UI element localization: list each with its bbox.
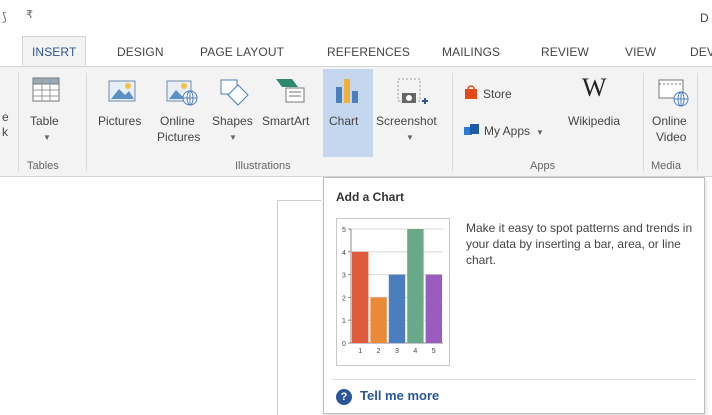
screenshot-label: Screenshot [376,114,437,128]
group-separator [18,73,19,171]
window-title: D [700,11,709,25]
page-top-edge [277,200,321,201]
online-video-button[interactable]: Online Video [648,67,698,157]
x-tick-label: 5 [432,348,436,355]
cut-off-command[interactable]: e k [0,67,14,157]
wikipedia-label: Wikipedia [568,114,621,128]
tell-me-more-label: Tell me more [360,388,440,403]
chart-bar [352,251,369,343]
online-video-icon [658,79,689,107]
tab-page-layout[interactable]: PAGE LAYOUT [200,45,284,59]
store-label: Store [483,87,512,101]
online-pictures-icon [166,80,198,106]
chevron-down-icon: ▼ [229,133,237,142]
tab-design[interactable]: DESIGN [117,45,164,59]
tab-developer[interactable]: DEV [690,45,712,59]
tooltip-title: Add a Chart [336,190,405,204]
tab-review[interactable]: REVIEW [541,45,589,59]
screenshot-button[interactable]: Screenshot ▼ [374,67,446,157]
table-label: Table [30,114,59,128]
chart-bar [407,229,424,343]
page-edge [277,200,278,415]
table-icon [32,77,60,102]
group-label-apps: Apps [530,160,556,172]
online-video-label-1: Online [652,114,687,128]
chart-icon [336,79,358,103]
table-button[interactable]: Table ▼ [24,67,68,157]
shapes-label: Shapes [212,114,253,128]
chevron-down-icon: ▼ [43,133,51,142]
screenshot-icon [397,78,428,104]
cut-off-label-2: k [2,125,8,139]
chart-bar [370,297,387,343]
group-separator [643,73,644,171]
store-button[interactable]: Store [464,85,512,101]
ribbon: e k Table ▼ Tables Pictures Online Pictu… [0,66,712,177]
group-separator [86,73,87,171]
shapes-button[interactable]: Shapes ▼ [209,67,259,157]
y-tick-label: 4 [342,250,346,257]
shapes-icon [220,79,249,106]
tab-mailings[interactable]: MAILINGS [442,45,500,59]
x-tick-label: 1 [358,348,362,355]
store-icon [465,85,477,99]
my-apps-label: My Apps [484,124,531,138]
x-tick-label: 3 [395,348,399,355]
tell-me-more-link[interactable]: ? Tell me more [336,388,439,405]
tab-insert[interactable]: INSERT [22,36,87,66]
y-tick-label: 1 [342,318,346,325]
y-tick-label: 2 [342,295,346,302]
pictures-button[interactable]: Pictures [95,67,151,157]
y-tick-label: 0 [342,341,346,348]
online-pictures-button[interactable]: Online Pictures [153,67,209,157]
chart-bar [388,274,406,343]
x-tick-label: 2 [377,348,381,355]
wikipedia-icon: W [582,73,607,102]
smartart-button[interactable]: SmartArt [260,67,320,157]
smartart-icon [276,79,305,103]
bar-chart: 0 1 2 3 4 5 1 2 3 4 5 [342,227,443,355]
group-label-tables: Tables [27,160,59,172]
group-label-illustrations: Illustrations [235,160,291,172]
chevron-down-icon: ▼ [406,133,414,142]
x-tick-label: 4 [413,348,417,355]
cut-off-label-1: e [2,110,9,124]
quick-access-icon[interactable]: ⟆ [2,10,7,24]
chart-bar [425,274,442,343]
group-label-media: Media [651,160,681,172]
chart-label: Chart [329,114,359,128]
group-separator [697,73,698,171]
tab-references[interactable]: REFERENCES [327,45,410,59]
online-pictures-label-1: Online [160,114,195,128]
smartart-label: SmartArt [262,114,310,128]
y-tick-label: 5 [342,227,346,234]
chevron-down-icon: ▼ [536,128,544,137]
ribbon-tabs: INSERT DESIGN PAGE LAYOUT REFERENCES MAI… [0,36,712,66]
group-separator [452,73,453,171]
tooltip-description: Make it easy to spot patterns and trends… [466,221,693,267]
title-bar: ⟆ ₹ D [0,0,712,36]
wikipedia-button[interactable]: W Wikipedia [566,67,622,157]
tooltip-divider [332,379,696,380]
pictures-icon [108,80,136,102]
my-apps-icon [464,124,479,135]
help-icon: ? [336,388,352,405]
chart-button[interactable]: Chart [323,69,373,157]
pictures-label: Pictures [98,114,142,128]
my-apps-button[interactable]: My Apps ▼ [464,123,544,138]
tooltip-chart-preview: 0 1 2 3 4 5 1 2 3 4 5 [336,218,450,366]
online-video-label-2: Video [656,130,687,144]
online-pictures-label-2: Pictures [157,130,201,144]
y-tick-label: 3 [342,273,346,280]
customize-quick-access-icon[interactable]: ₹ [26,8,33,21]
tab-view[interactable]: VIEW [625,45,656,59]
chart-tooltip: Add a Chart 0 1 2 3 4 5 1 2 3 4 5 Make it easy to … [323,177,705,414]
